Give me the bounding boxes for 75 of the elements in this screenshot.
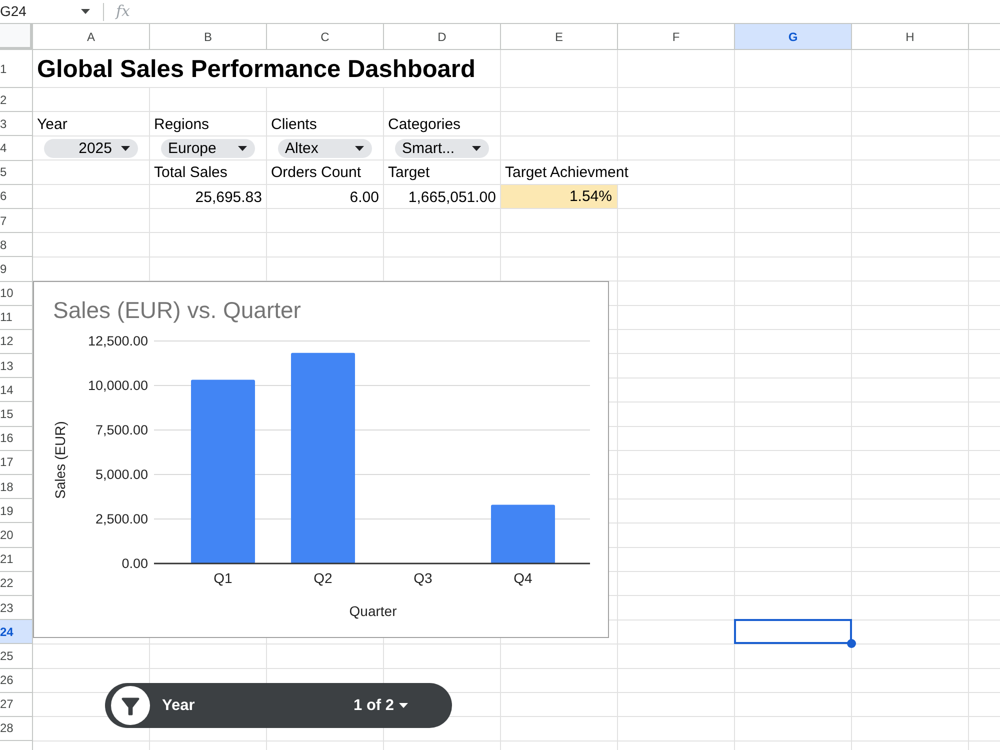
row-header[interactable]: 21	[0, 548, 33, 572]
row-header[interactable]: 18	[0, 475, 33, 500]
column-header[interactable]: D	[384, 24, 501, 50]
fill-handle[interactable]	[847, 639, 856, 648]
y-axis-title: Sales (EUR)	[52, 421, 68, 499]
selected-cell[interactable]	[734, 619, 852, 644]
dropdown-chip[interactable]: 2025	[44, 138, 138, 158]
row-header[interactable]: 8	[0, 233, 33, 258]
filter-view-name: Year	[162, 696, 196, 716]
row-header[interactable]: 5	[0, 160, 33, 185]
row-header[interactable]: 10	[0, 282, 33, 306]
column-header[interactable]: A	[33, 24, 150, 50]
x-tick-label: Q4	[514, 570, 532, 586]
row-header[interactable]: 9	[0, 257, 33, 282]
row-header[interactable]: 16	[0, 426, 33, 451]
row-header[interactable]: 15	[0, 402, 33, 427]
y-tick-label: 10,000.00	[88, 378, 148, 393]
metric-value: 6.00	[350, 188, 379, 206]
caret-icon	[121, 146, 130, 151]
filter-label: Regions	[154, 116, 210, 134]
row-header[interactable]: 11	[0, 306, 33, 330]
row-header[interactable]: 23	[0, 596, 33, 620]
dropdown-chip[interactable]: Smart...	[395, 138, 489, 158]
y-tick-label: 7,500.00	[95, 422, 148, 438]
column-header[interactable]: F	[618, 24, 735, 50]
column-header[interactable]: C	[267, 24, 384, 50]
row-header[interactable]: 6	[0, 184, 33, 209]
filter-label: Year	[37, 116, 68, 134]
row-header[interactable]: 26	[0, 668, 33, 693]
x-tick-label: Q3	[414, 570, 432, 586]
filter-label: Categories	[388, 116, 461, 134]
function-label: fx	[116, 4, 130, 19]
bar	[491, 504, 555, 564]
caret-icon	[399, 703, 408, 708]
x-tick-label: Q2	[314, 570, 332, 586]
x-axis-title: Quarter	[349, 603, 397, 619]
metric-value: 1.54%	[501, 184, 617, 208]
y-tick-label: 5,000.00	[95, 467, 148, 482]
row-header[interactable]: 1	[0, 50, 33, 88]
caret-icon	[238, 146, 247, 151]
row-header[interactable]: 3	[0, 112, 33, 136]
row-header[interactable]: 4	[0, 136, 33, 161]
row-header[interactable]: 13	[0, 354, 33, 378]
filter-label: Clients	[271, 116, 317, 134]
y-tick-label: 2,500.00	[95, 512, 148, 526]
dropdown-chip[interactable]: Europe	[161, 138, 255, 158]
caret-icon	[472, 146, 481, 151]
row-header[interactable]: 28	[0, 716, 33, 742]
column-header[interactable]: G	[735, 24, 852, 50]
x-tick-label: Q1	[214, 570, 232, 586]
caret-icon	[355, 146, 364, 151]
row-header[interactable]: 2	[0, 88, 33, 112]
row-header[interactable]: 20	[0, 523, 33, 548]
filter-icon[interactable]	[111, 686, 150, 725]
metric-value: 1,665,051.00	[408, 188, 496, 206]
column-header[interactable]: B	[150, 24, 267, 50]
column-header[interactable]: H	[852, 24, 969, 50]
metric-value: 25,695.83	[195, 188, 262, 206]
column-header[interactable]: E	[501, 24, 618, 50]
row-header[interactable]: 7	[0, 208, 33, 234]
filter-view-dropdown[interactable]: 1 of 2	[354, 694, 408, 718]
y-tick-label: 0.00	[122, 556, 148, 571]
name-box[interactable]: G24	[0, 0, 100, 23]
row-header[interactable]: 25	[0, 644, 33, 668]
row-header[interactable]: 24	[0, 620, 33, 644]
row-header[interactable]: 22	[0, 572, 33, 596]
row-header[interactable]: 17	[0, 450, 33, 475]
row-header[interactable]: 12	[0, 330, 33, 354]
chart-title: Sales (EUR) vs. Quarter	[53, 297, 301, 323]
row-header[interactable]: 27	[0, 692, 33, 717]
row-header[interactable]: 19	[0, 499, 33, 524]
row-header[interactable]: 14	[0, 378, 33, 402]
caret-icon	[81, 9, 90, 14]
dropdown-chip[interactable]: Altex	[278, 138, 372, 158]
y-tick-label: 12,500.00	[88, 334, 148, 348]
